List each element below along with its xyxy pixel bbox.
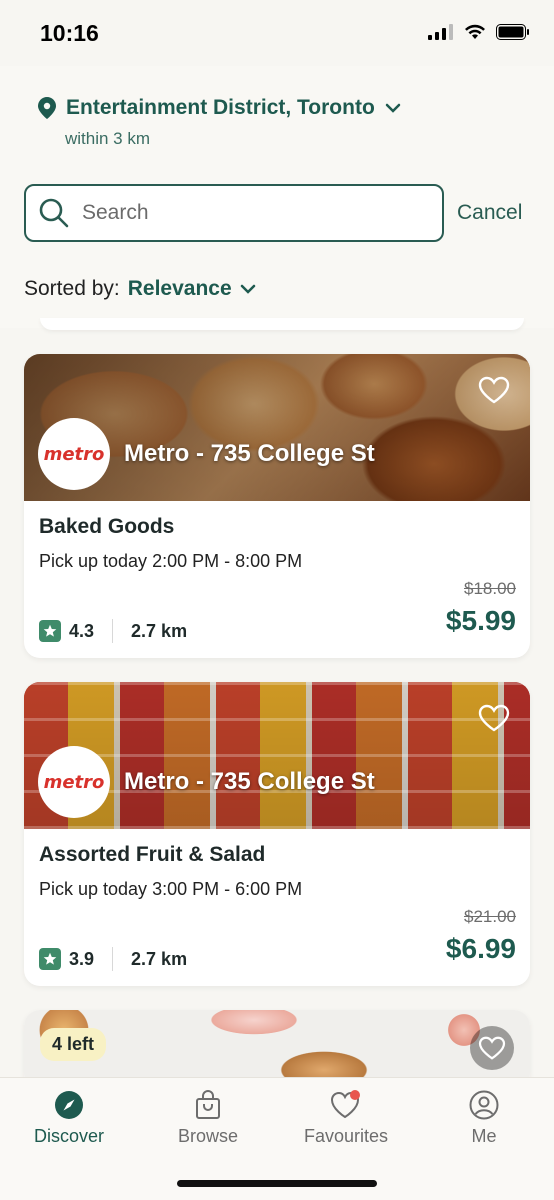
card-image: metro Metro - 735 College St — [24, 682, 530, 829]
cellular-signal-icon — [428, 24, 453, 40]
nav-label: Me — [471, 1126, 497, 1146]
chevron-down-icon — [385, 103, 401, 113]
distance: 2.7 km — [131, 948, 188, 969]
status-bar: 10:16 — [0, 0, 554, 66]
status-icons — [428, 24, 530, 40]
heart-icon — [478, 1036, 506, 1060]
nav-label: Browse — [177, 1126, 239, 1146]
wifi-icon — [465, 24, 485, 39]
nav-label: Favourites — [303, 1126, 389, 1146]
rating-row: 4.3 2.7 km — [39, 619, 187, 643]
rating-value: 4.3 — [69, 620, 95, 641]
distance: 2.7 km — [131, 620, 188, 641]
listing-card[interactable]: metro Metro - 735 College St Assorted Fr… — [24, 682, 530, 986]
search-icon — [39, 198, 69, 228]
store-name: Metro - 735 College St — [124, 768, 375, 795]
items-left-badge: 4 left — [40, 1028, 107, 1061]
card-image: metro Metro - 735 College St — [24, 354, 530, 501]
store-logo: metro — [38, 418, 110, 490]
nav-label: Discover — [33, 1126, 104, 1146]
item-title: Baked Goods — [39, 515, 175, 538]
search-input[interactable] — [82, 201, 402, 225]
location-pin-icon — [38, 97, 56, 119]
user-icon — [469, 1090, 499, 1120]
price: $6.99 — [445, 933, 516, 964]
nav-me[interactable]: Me — [424, 1090, 544, 1147]
chevron-down-icon — [240, 284, 255, 294]
star-icon — [39, 948, 61, 970]
rating-row: 3.9 2.7 km — [39, 947, 187, 971]
compass-icon — [55, 1091, 83, 1119]
location-name: Entertainment District, Toronto — [66, 96, 375, 119]
divider — [112, 619, 114, 643]
listing-card[interactable]: metro Metro - 735 College St Baked Goods… — [24, 354, 530, 658]
header: Entertainment District, Toronto within 3… — [0, 66, 554, 328]
search-box[interactable] — [24, 184, 444, 242]
pickup-time: Pick up today 3:00 PM - 6:00 PM — [39, 879, 303, 899]
nav-discover[interactable]: Discover — [9, 1090, 129, 1147]
location-radius: within 3 km — [65, 129, 151, 148]
notification-dot — [350, 1090, 360, 1100]
original-price: $21.00 — [464, 907, 516, 926]
nav-favourites[interactable]: Favourites — [286, 1090, 406, 1147]
rating-value: 3.9 — [69, 948, 95, 969]
previous-card-edge — [40, 318, 524, 330]
pickup-time: Pick up today 2:00 PM - 8:00 PM — [39, 551, 303, 571]
heart-button[interactable] — [470, 1026, 514, 1070]
item-title: Assorted Fruit & Salad — [39, 843, 266, 866]
divider — [112, 947, 114, 971]
battery-icon — [496, 24, 529, 40]
cancel-button[interactable]: Cancel — [457, 201, 522, 225]
heart-icon[interactable] — [478, 376, 510, 404]
sort-value: Relevance — [127, 277, 232, 300]
sort-selector[interactable]: Sorted by: Relevance — [24, 277, 256, 301]
location-selector[interactable]: Entertainment District, Toronto — [38, 96, 401, 120]
original-price: $18.00 — [464, 579, 516, 598]
nav-browse[interactable]: Browse — [148, 1090, 268, 1147]
status-time: 10:16 — [40, 20, 99, 46]
store-name: Metro - 735 College St — [124, 440, 375, 467]
shopping-bag-icon — [196, 1090, 220, 1119]
home-indicator — [177, 1180, 377, 1187]
star-icon — [39, 620, 61, 642]
price: $5.99 — [445, 605, 516, 636]
store-logo: metro — [38, 746, 110, 818]
sort-label: Sorted by: — [24, 277, 120, 300]
heart-icon[interactable] — [478, 704, 510, 732]
heart-icon — [330, 1090, 360, 1119]
